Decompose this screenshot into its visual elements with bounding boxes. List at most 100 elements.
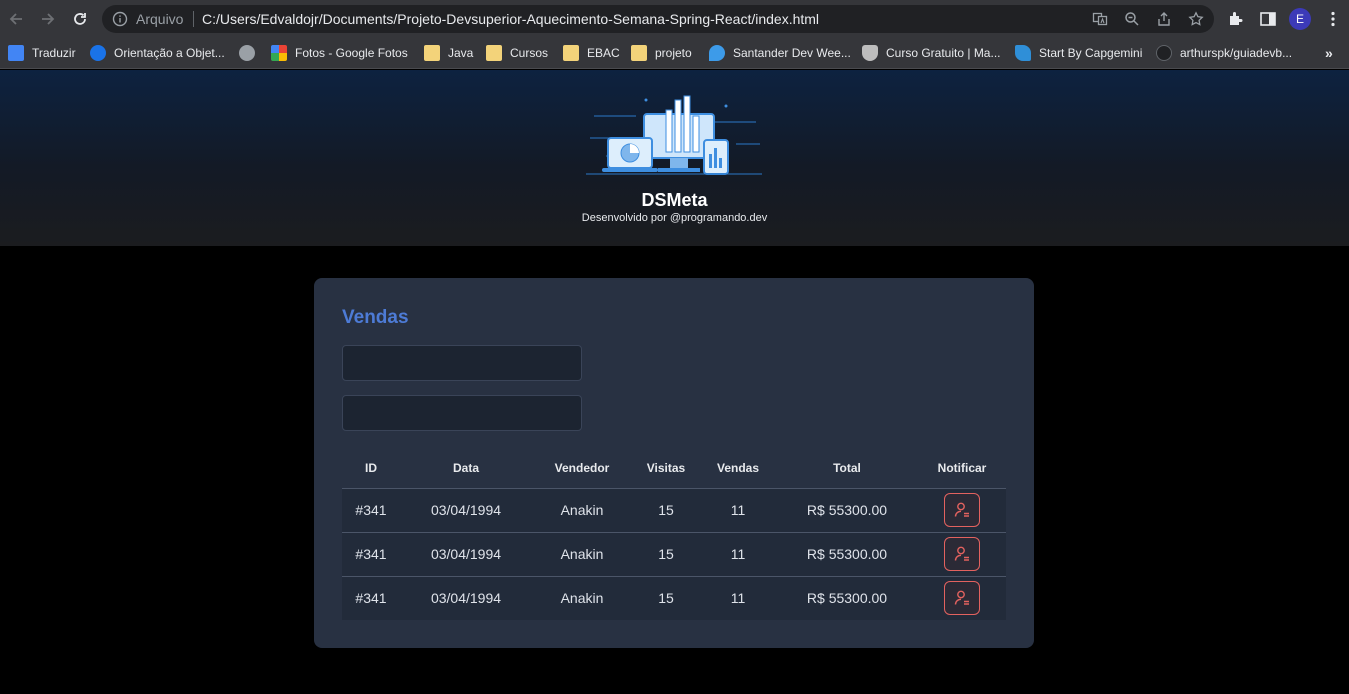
bookmark-traduzir[interactable]: Traduzir — [8, 44, 76, 62]
bookmark-folder-ebac[interactable]: EBAC — [563, 44, 620, 62]
card-title: Vendas — [342, 307, 409, 328]
max-date-input[interactable] — [342, 395, 582, 431]
cell-deals: 11 — [700, 575, 776, 620]
header: DSMeta Desenvolvido por @programando.dev — [0, 70, 1349, 246]
bookmark-label: Traduzir — [32, 46, 76, 60]
share-icon[interactable] — [1156, 11, 1172, 27]
address-divider — [193, 11, 194, 27]
c-logo-icon — [90, 45, 106, 61]
extensions-icon[interactable] — [1227, 10, 1245, 28]
address-bar[interactable]: Arquivo C:/Users/Edvaldojr/Documents/Pro… — [102, 5, 1214, 33]
sales-table: ID Data Vendedor Visitas Vendas Total No… — [342, 448, 1006, 620]
bookmark-orientacao[interactable]: Orientação a Objet... — [90, 44, 225, 62]
cell-total: R$ 55300.00 — [776, 575, 918, 620]
bookmark-github[interactable]: arthurspk/guiadevb... — [1156, 44, 1292, 62]
forward-button[interactable] — [38, 9, 58, 29]
cell-notify — [918, 531, 1006, 576]
zoom-icon[interactable] — [1124, 11, 1140, 27]
column-header-id: ID — [365, 460, 377, 475]
arrow-left-icon — [9, 13, 22, 25]
profile-avatar[interactable]: E — [1289, 8, 1311, 30]
cell-deals: 11 — [700, 487, 776, 532]
drop-icon — [709, 45, 725, 61]
reload-button[interactable] — [70, 9, 90, 29]
cell-visits: 15 — [632, 487, 700, 532]
cell-seller: Anakin — [532, 531, 632, 576]
menu-kebab-icon[interactable] — [1324, 10, 1342, 28]
bookmark-label: Start By Capgemini — [1039, 46, 1143, 60]
cell-visits: 15 — [632, 575, 700, 620]
column-header-deals: Vendas — [716, 460, 760, 475]
translate-icon[interactable] — [1092, 11, 1108, 27]
folder-icon — [563, 45, 579, 61]
user-notify-icon — [954, 546, 969, 561]
column-header-visits: Visitas — [646, 460, 686, 475]
crest-icon — [862, 45, 878, 61]
notify-button[interactable] — [944, 537, 980, 571]
table-header-row: ID Data Vendedor Visitas Vendas Total No… — [342, 448, 1006, 488]
column-header-date: Data — [452, 460, 479, 475]
bookmark-folder-java[interactable]: Java — [424, 44, 473, 62]
info-icon[interactable] — [112, 11, 128, 27]
more-bookmarks-button[interactable]: » — [1325, 44, 1333, 62]
cell-id: #341 — [342, 531, 400, 576]
cell-date: 03/04/1994 — [400, 531, 532, 576]
github-icon — [1156, 45, 1172, 61]
cell-id: #341 — [342, 575, 400, 620]
address-url[interactable]: C:/Users/Edvaldojr/Documents/Projeto-Dev… — [202, 11, 819, 27]
bookmark-globe[interactable] — [239, 44, 263, 62]
bookmarks-bar: Traduzir Orientação a Objet... Fotos - G… — [0, 38, 1349, 69]
bookmark-santander[interactable]: Santander Dev Wee... — [709, 44, 851, 62]
capgemini-icon — [1015, 45, 1031, 61]
column-header-total: Total — [833, 460, 861, 475]
folder-icon — [424, 45, 440, 61]
bookmark-label: EBAC — [587, 46, 620, 60]
cell-notify — [918, 487, 1006, 532]
bookmark-folder-cursos[interactable]: Cursos — [486, 44, 548, 62]
google-translate-icon — [8, 45, 24, 61]
bookmark-label: Fotos - Google Fotos — [295, 46, 408, 60]
cell-date: 03/04/1994 — [400, 575, 532, 620]
bookmark-capgemini[interactable]: Start By Capgemini — [1015, 44, 1142, 62]
cell-seller: Anakin — [532, 487, 632, 532]
min-date-input[interactable] — [342, 345, 582, 381]
bookmark-label: arthurspk/guiadevb... — [1180, 46, 1293, 60]
table-row: #341 03/04/1994 Anakin 15 11 R$ 55300.00 — [342, 575, 1006, 620]
dashboard-illustration-logo — [586, 95, 762, 175]
page: DSMeta Desenvolvido por @programando.dev… — [0, 70, 1349, 694]
cell-seller: Anakin — [532, 575, 632, 620]
reload-icon — [74, 13, 86, 25]
bookmark-folder-projeto[interactable]: projeto — [631, 44, 692, 62]
bookmark-label: Java — [448, 46, 474, 60]
star-icon[interactable] — [1188, 11, 1204, 27]
cell-date: 03/04/1994 — [400, 487, 532, 532]
column-header-notify: Notificar — [937, 460, 987, 475]
cell-total: R$ 55300.00 — [776, 531, 918, 576]
brand-name: DSMeta — [641, 190, 708, 210]
globe-icon — [239, 45, 255, 61]
google-photos-icon — [271, 45, 287, 61]
bookmark-label: Curso Gratuito | Ma... — [886, 46, 1001, 60]
notify-button[interactable] — [944, 493, 980, 527]
column-header-seller: Vendedor — [554, 460, 610, 475]
sales-card: Vendas ID Data Vendedor Visitas Vendas T… — [314, 278, 1034, 648]
folder-icon — [631, 45, 647, 61]
back-button[interactable] — [6, 9, 26, 29]
bookmark-curso-gratuito[interactable]: Curso Gratuito | Ma... — [862, 44, 1001, 62]
cell-visits: 15 — [632, 531, 700, 576]
notify-button[interactable] — [944, 581, 980, 616]
side-panel-icon[interactable] — [1259, 10, 1277, 28]
user-notify-icon — [954, 590, 969, 605]
bookmark-label: projeto — [655, 46, 692, 60]
double-chevron-right-icon: » — [1325, 45, 1333, 61]
arrow-right-icon — [42, 13, 55, 25]
user-notify-icon — [954, 502, 969, 517]
cell-notify — [918, 575, 1006, 620]
bookmark-label: Santander Dev Wee... — [733, 46, 851, 60]
bookmark-label: Orientação a Objet... — [114, 46, 225, 60]
bookmark-google-fotos[interactable]: Fotos - Google Fotos — [271, 44, 408, 62]
table-row: #341 03/04/1994 Anakin 15 11 R$ 55300.00 — [342, 531, 1006, 576]
cell-total: R$ 55300.00 — [776, 487, 918, 532]
cell-id: #341 — [342, 487, 400, 532]
bookmark-label: Cursos — [510, 46, 549, 60]
